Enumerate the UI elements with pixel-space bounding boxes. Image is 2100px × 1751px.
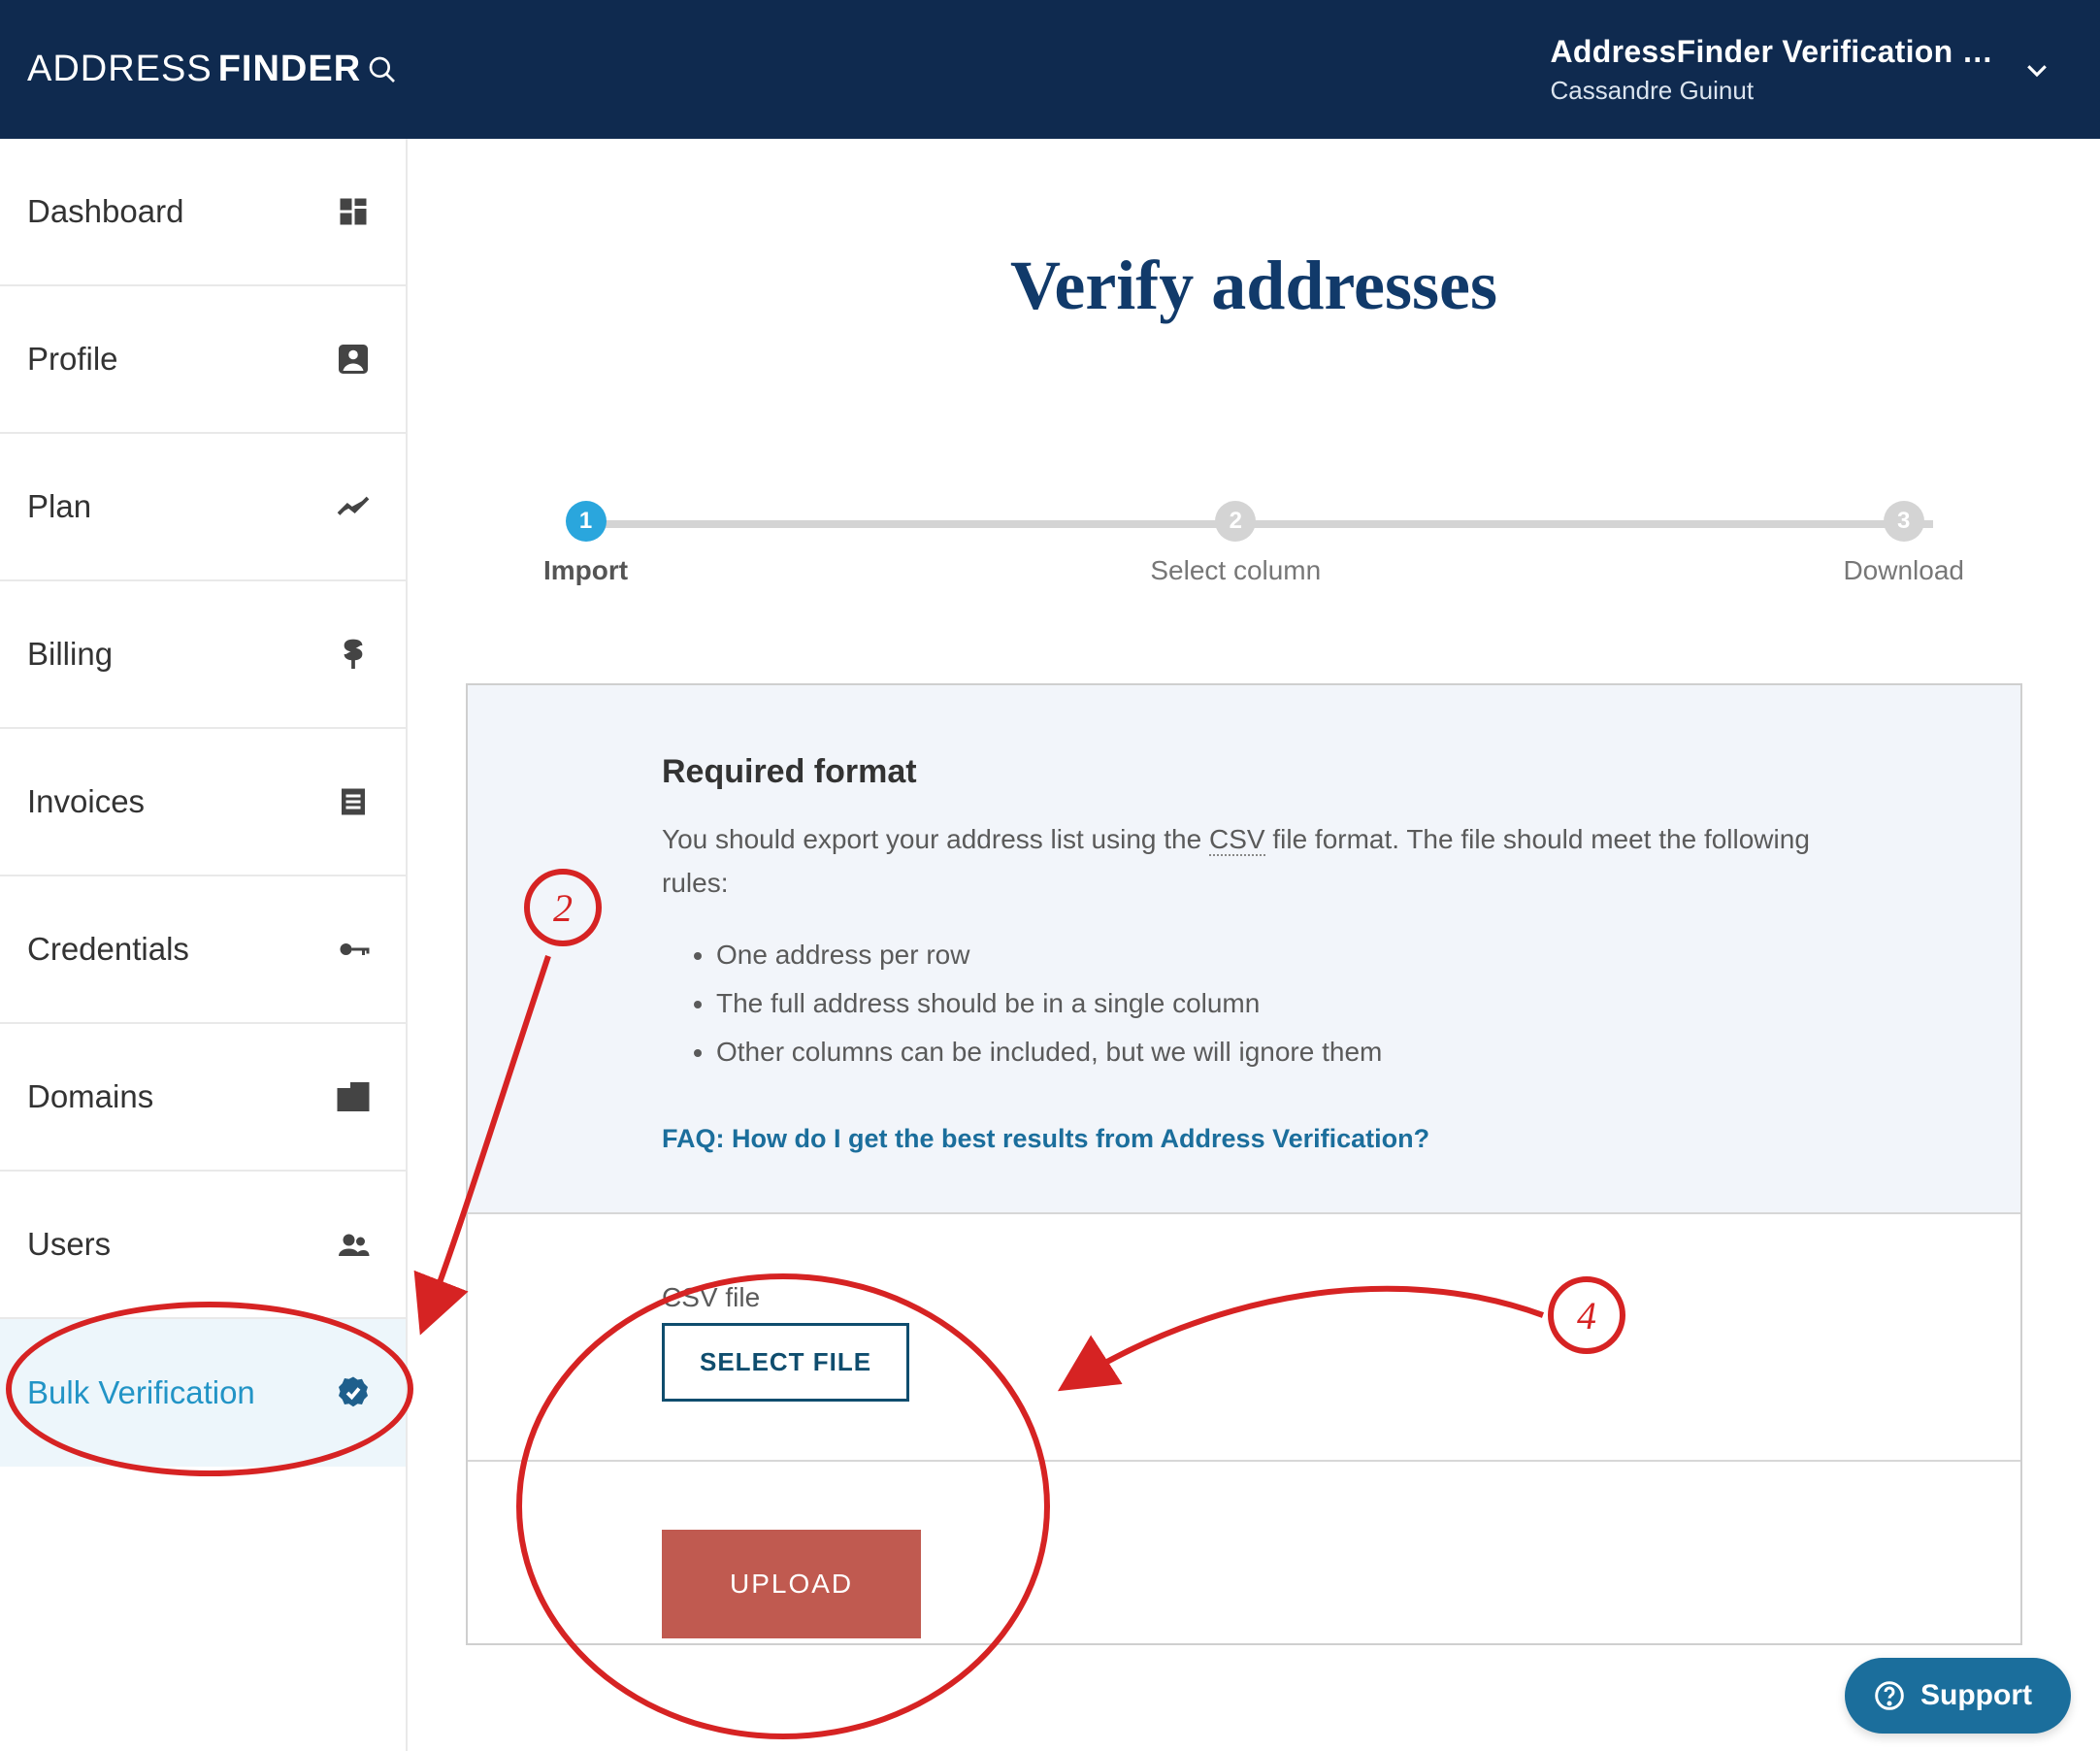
required-format-section: Required format You should export your a… — [468, 685, 2020, 1214]
profile-icon — [336, 342, 371, 377]
key-icon — [336, 932, 371, 967]
brand-logo: ADDRESSFINDER — [27, 49, 398, 90]
format-rule: Other columns can be included, but we wi… — [716, 1028, 1826, 1076]
chevron-down-icon[interactable] — [2022, 55, 2051, 84]
step-label: Import — [543, 555, 628, 586]
magnifier-icon — [367, 54, 398, 85]
help-icon — [1874, 1680, 1905, 1711]
sidebar-item-label: Invoices — [27, 783, 336, 820]
account-switcher[interactable]: AddressFinder Verification … Cassandre G… — [1550, 34, 1993, 106]
account-title: AddressFinder Verification … — [1550, 34, 1993, 70]
sidebar-item-label: Dashboard — [27, 193, 336, 230]
step-label: Select column — [1150, 555, 1321, 586]
sidebar-item-plan[interactable]: Plan — [0, 434, 406, 581]
app-header: ADDRESSFINDER AddressFinder Verification… — [0, 0, 2100, 139]
csv-file-label: CSV file — [662, 1282, 1826, 1313]
invoice-icon — [336, 784, 371, 819]
select-file-button[interactable]: SELECT FILE — [662, 1323, 909, 1402]
sidebar-item-label: Billing — [27, 636, 336, 673]
required-format-heading: Required format — [662, 753, 1826, 791]
required-format-intro: You should export your address list usin… — [662, 818, 1826, 906]
wizard-stepper: 1 Import 2 Select column 3 Download — [543, 501, 1964, 586]
account-user: Cassandre Guinut — [1550, 76, 1993, 106]
dollar-icon — [336, 637, 371, 672]
sidebar-item-invoices[interactable]: Invoices — [0, 729, 406, 876]
step-download[interactable]: 3 Download — [1843, 501, 1964, 586]
sidebar: Dashboard Profile Plan Billing Invoices … — [0, 139, 408, 1751]
step-number: 3 — [1884, 501, 1924, 542]
format-rule: One address per row — [716, 931, 1826, 979]
step-import[interactable]: 1 Import — [543, 501, 628, 586]
sidebar-item-label: Domains — [27, 1078, 336, 1115]
sidebar-item-credentials[interactable]: Credentials — [0, 876, 406, 1024]
step-label: Download — [1843, 555, 1964, 586]
sidebar-item-bulk-verification[interactable]: Bulk Verification — [0, 1319, 406, 1467]
step-number: 2 — [1215, 501, 1256, 542]
verified-badge-icon — [336, 1375, 371, 1410]
page-title: Verify addresses — [408, 246, 2100, 326]
format-rules-list: One address per row The full address sho… — [716, 931, 1826, 1077]
step-number: 1 — [566, 501, 607, 542]
sidebar-item-label: Credentials — [27, 931, 336, 968]
users-icon — [336, 1227, 371, 1262]
sidebar-item-domains[interactable]: Domains — [0, 1024, 406, 1172]
plan-icon — [336, 489, 371, 524]
logo-text-bold: FINDER — [218, 49, 361, 90]
sidebar-item-label: Users — [27, 1226, 336, 1263]
support-label: Support — [1920, 1679, 2032, 1712]
main-content: Verify addresses 1 Import 2 Select colum… — [408, 139, 2100, 1751]
sidebar-item-profile[interactable]: Profile — [0, 286, 406, 434]
upload-button[interactable]: UPLOAD — [662, 1530, 921, 1638]
sidebar-item-dashboard[interactable]: Dashboard — [0, 139, 406, 286]
format-rule: The full address should be in a single c… — [716, 979, 1826, 1028]
dashboard-icon — [336, 194, 371, 229]
upload-section: UPLOAD — [468, 1462, 2020, 1643]
step-select-column[interactable]: 2 Select column — [1150, 501, 1321, 586]
csv-abbr: CSV — [1209, 824, 1265, 856]
domain-icon — [336, 1079, 371, 1114]
faq-link[interactable]: FAQ: How do I get the best results from … — [662, 1124, 1429, 1154]
file-select-section: CSV file SELECT FILE — [468, 1214, 2020, 1462]
import-panel: Required format You should export your a… — [466, 683, 2022, 1645]
sidebar-item-label: Plan — [27, 488, 336, 525]
sidebar-item-label: Profile — [27, 341, 336, 378]
sidebar-item-label: Bulk Verification — [27, 1374, 336, 1411]
support-button[interactable]: Support — [1845, 1658, 2071, 1734]
sidebar-item-billing[interactable]: Billing — [0, 581, 406, 729]
logo-text-thin: ADDRESS — [27, 49, 213, 90]
sidebar-item-users[interactable]: Users — [0, 1172, 406, 1319]
